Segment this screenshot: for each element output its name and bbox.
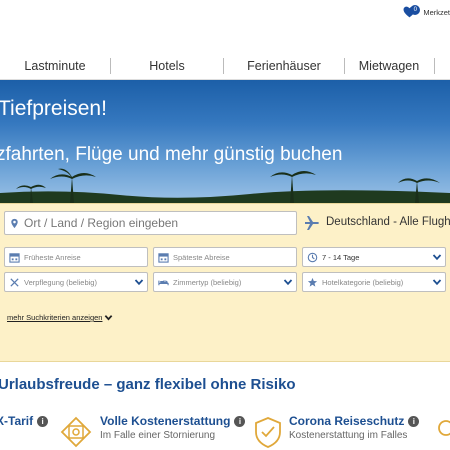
chevron-down-icon — [283, 277, 293, 287]
nav-item-ferienhaeuser[interactable]: Ferienhäuser — [224, 55, 344, 77]
board-value: Verpflegung (beliebig) — [24, 277, 97, 287]
favorites-link[interactable]: 0 Merkzet — [403, 5, 450, 19]
location-pin-icon — [8, 217, 20, 229]
more-criteria-label: mehr Suchkriterien anzeigen — [7, 313, 103, 322]
earliest-arrival-placeholder: Früheste Anreise — [24, 252, 81, 262]
feature-description: r — [0, 430, 48, 442]
board-select[interactable]: Verpflegung (beliebig) — [4, 272, 148, 292]
nav-divider — [434, 58, 435, 74]
feature-description: Im Falle einer Stornierung — [100, 430, 216, 441]
shield-icon — [255, 417, 281, 448]
duration-select[interactable]: 7 - 14 Tage — [302, 247, 446, 267]
money-back-icon — [60, 416, 92, 448]
more-criteria-link[interactable]: mehr Suchkriterien anzeigen — [7, 313, 113, 322]
departure-airport-select[interactable]: Deutschland - Alle Flughä — [326, 216, 450, 228]
room-type-select[interactable]: Zimmertyp (beliebig) — [153, 272, 297, 292]
earliest-arrival-input[interactable]: Früheste Anreise — [4, 247, 148, 267]
duration-value: 7 - 14 Tage — [322, 252, 360, 262]
nav-item-hotels[interactable]: Hotels — [111, 55, 223, 77]
latest-departure-placeholder: Späteste Abreise — [173, 252, 230, 262]
feature-title: Volle Kostenerstattung — [100, 414, 231, 428]
feature-description: Kostenerstattung im Falles — [289, 430, 408, 441]
hotel-category-select[interactable]: Hotelkategorie (beliebig) — [302, 272, 446, 292]
chevron-down-icon — [432, 277, 442, 287]
section-title: Urlaubsfreude – ganz flexibel ohne Risik… — [0, 376, 296, 393]
calendar-icon — [8, 251, 20, 263]
feature-title: X-Tarif — [0, 414, 34, 428]
chevron-down-icon — [105, 315, 113, 321]
room-type-value: Zimmertyp (beliebig) — [173, 277, 242, 287]
clock-icon — [306, 251, 318, 263]
feature-x-tarif: X-Tarifi r — [0, 414, 49, 442]
chevron-down-icon — [134, 277, 144, 287]
favorites-label: Merkzet — [423, 7, 450, 17]
palm-trees-image — [0, 168, 450, 203]
airplane-icon — [305, 216, 319, 230]
hero-banner: Tiefpreisen! zfahrten, Flüge und mehr gü… — [0, 80, 450, 203]
hotel-category-value: Hotelkategorie (beliebig) — [322, 277, 404, 287]
chevron-down-icon — [432, 252, 442, 262]
destination-placeholder: Ort / Land / Region eingeben — [24, 216, 179, 230]
nav-item-mietwagen[interactable]: Mietwagen — [345, 55, 433, 77]
heart-icon: 0 — [403, 5, 421, 18]
latest-departure-input[interactable]: Späteste Abreise — [153, 247, 297, 267]
bed-icon — [157, 276, 169, 288]
destination-input[interactable]: Ort / Land / Region eingeben — [4, 211, 297, 235]
calendar-icon — [157, 251, 169, 263]
favorites-count-badge: 0 — [410, 5, 421, 15]
key-icon — [438, 420, 450, 436]
top-bar: 0 Merkzet — [0, 0, 450, 50]
main-nav: Lastminute Hotels Ferienhäuser Mietwagen — [0, 55, 450, 80]
feature-title: Corona Reiseschutz — [289, 414, 405, 428]
cutlery-icon — [8, 276, 20, 288]
hero-title: Tiefpreisen! — [0, 97, 107, 120]
feature-corona-protection: Corona Reiseschutz i Kostenerstattung im … — [289, 414, 420, 442]
info-icon[interactable]: i — [408, 415, 420, 427]
info-icon[interactable]: i — [37, 415, 49, 427]
nav-item-lastminute[interactable]: Lastminute — [0, 55, 110, 77]
info-icon[interactable]: i — [234, 415, 246, 427]
star-icon — [306, 276, 318, 288]
feature-full-refund: Volle Kostenerstattung i Im Falle einer S… — [100, 414, 246, 442]
